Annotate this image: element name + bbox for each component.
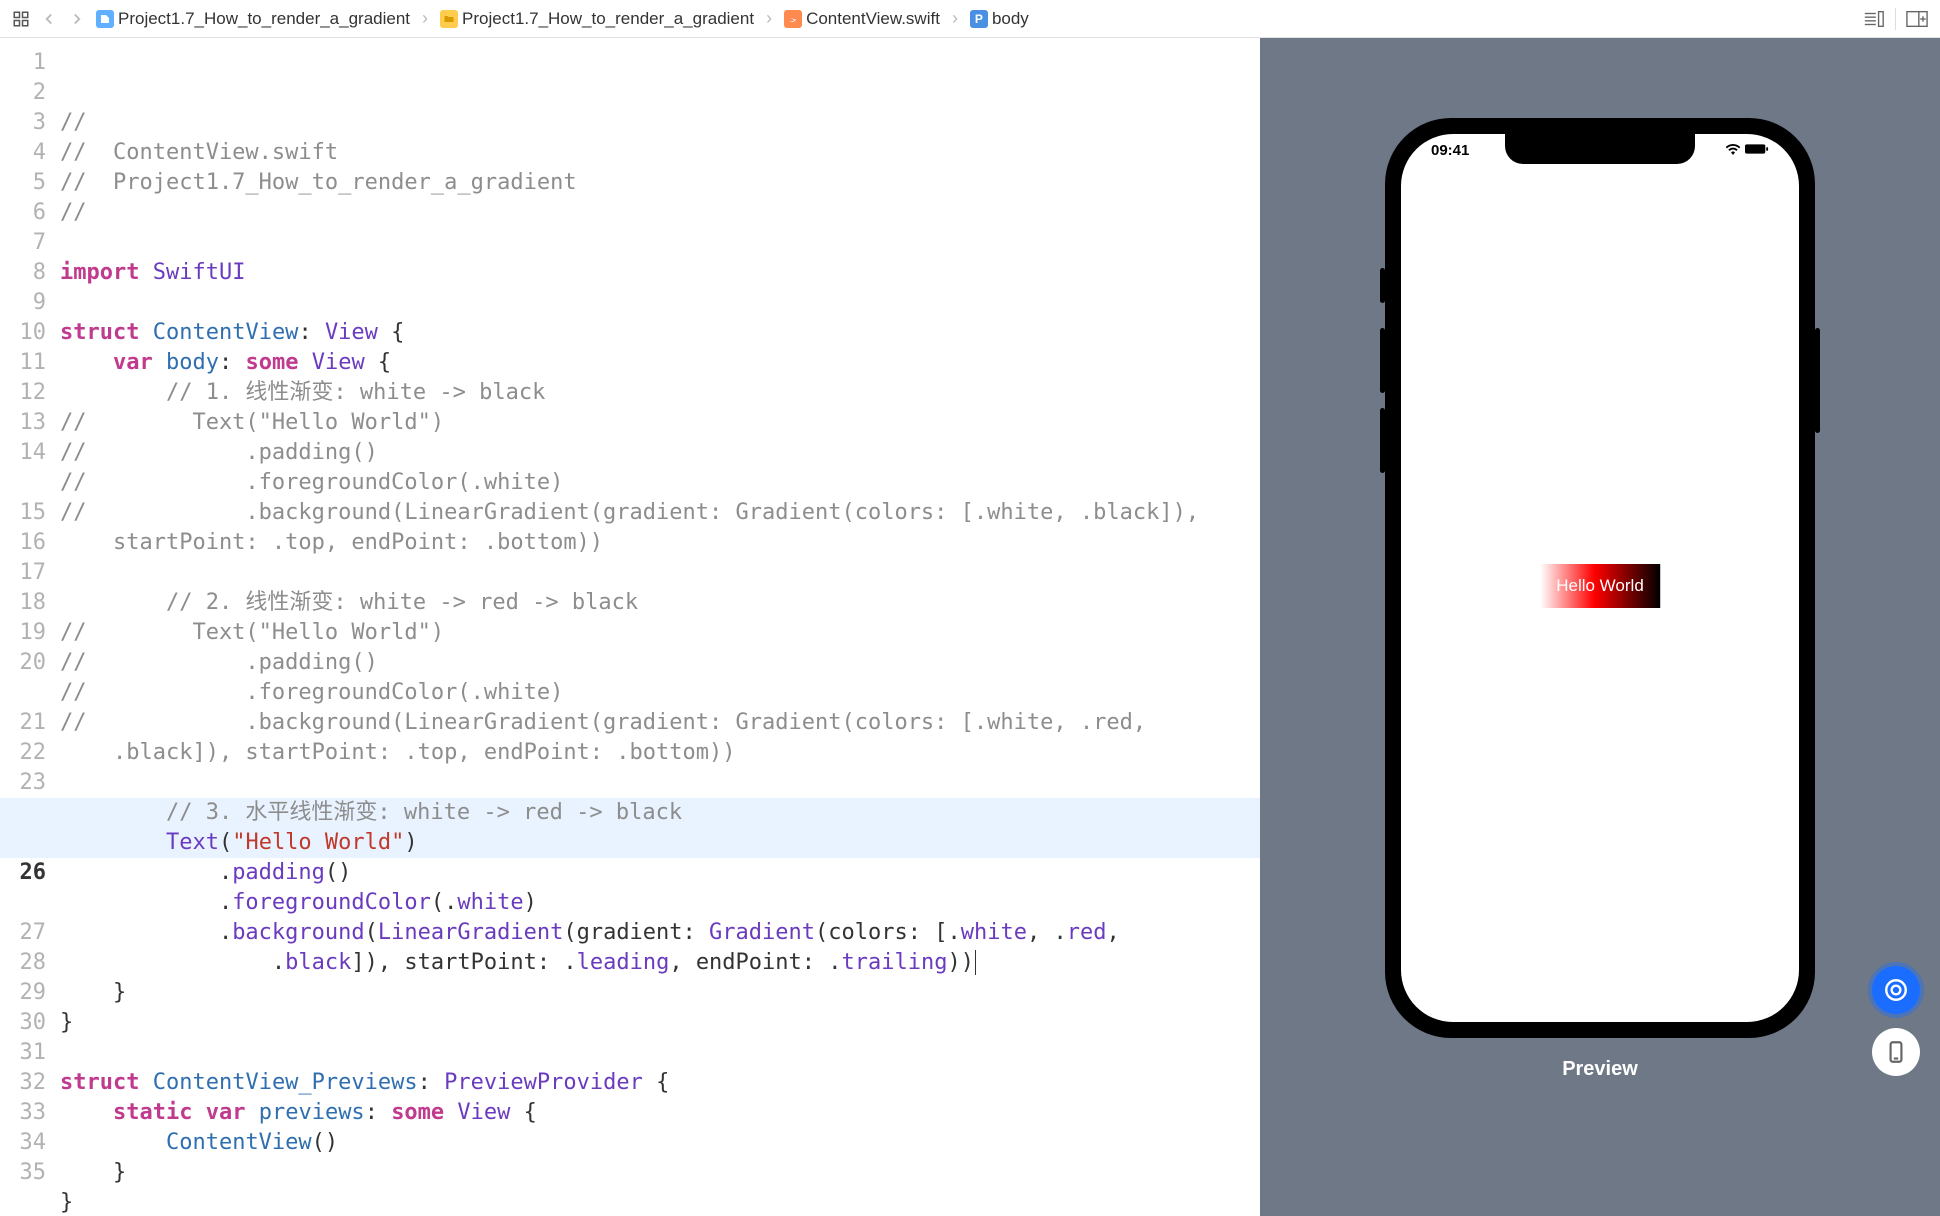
toolbar-separator bbox=[1895, 8, 1896, 30]
device-mute-switch bbox=[1380, 268, 1385, 303]
chevron-right-icon: › bbox=[422, 8, 428, 29]
battery-icon bbox=[1745, 142, 1769, 159]
breadcrumb-folder[interactable]: Project1.7_How_to_render_a_gradient bbox=[440, 9, 754, 29]
breadcrumb-label: ContentView.swift bbox=[806, 9, 940, 29]
breadcrumb-label: Project1.7_How_to_render_a_gradient bbox=[118, 9, 410, 29]
chevron-right-icon: › bbox=[766, 8, 772, 29]
code-area[interactable]: //// ContentView.swift// Project1.7_How_… bbox=[60, 38, 1260, 1216]
breadcrumb-project[interactable]: Project1.7_How_to_render_a_gradient bbox=[96, 9, 410, 29]
hello-world-view: Hello World bbox=[1540, 564, 1660, 608]
preview-on-device-button[interactable] bbox=[1872, 1028, 1920, 1076]
preview-label: Preview bbox=[1562, 1058, 1638, 1081]
main-split: 1234567891011121314 151617181920 2122232… bbox=[0, 38, 1940, 1216]
live-preview-button[interactable] bbox=[1872, 966, 1920, 1014]
status-time: 09:41 bbox=[1431, 142, 1469, 159]
preview-canvas: 09:41 Hello World Preview bbox=[1260, 38, 1940, 1216]
folder-icon bbox=[440, 10, 458, 28]
device-notch bbox=[1505, 134, 1695, 164]
minimap-toggle-icon[interactable] bbox=[1863, 8, 1885, 30]
wifi-icon bbox=[1725, 142, 1741, 159]
source-editor[interactable]: 1234567891011121314 151617181920 2122232… bbox=[0, 38, 1260, 1216]
device-screen[interactable]: 09:41 Hello World bbox=[1401, 134, 1799, 1022]
jump-bar: Project1.7_How_to_render_a_gradient › Pr… bbox=[0, 0, 1940, 38]
device-volume-down bbox=[1380, 408, 1385, 473]
property-icon: P bbox=[970, 10, 988, 28]
breadcrumb-file[interactable]: ContentView.swift bbox=[784, 9, 940, 29]
nav-back-button[interactable] bbox=[40, 10, 58, 28]
nav-forward-button[interactable] bbox=[68, 10, 86, 28]
breadcrumb-symbol[interactable]: P body bbox=[970, 9, 1029, 29]
chevron-right-icon: › bbox=[952, 8, 958, 29]
device-volume-up bbox=[1380, 328, 1385, 393]
add-editor-icon[interactable] bbox=[1906, 8, 1928, 30]
swift-file-icon bbox=[784, 10, 802, 28]
breadcrumb-label: body bbox=[992, 9, 1029, 29]
line-number-gutter: 1234567891011121314 151617181920 2122232… bbox=[0, 38, 60, 1216]
related-items-icon[interactable] bbox=[12, 10, 30, 28]
device-bezel: 09:41 Hello World bbox=[1385, 118, 1815, 1038]
xcode-window: Project1.7_How_to_render_a_gradient › Pr… bbox=[0, 0, 1940, 1216]
breadcrumb-label: Project1.7_How_to_render_a_gradient bbox=[462, 9, 754, 29]
xcodeproj-icon bbox=[96, 10, 114, 28]
device-power-button bbox=[1815, 328, 1820, 433]
canvas-controls bbox=[1872, 966, 1920, 1076]
